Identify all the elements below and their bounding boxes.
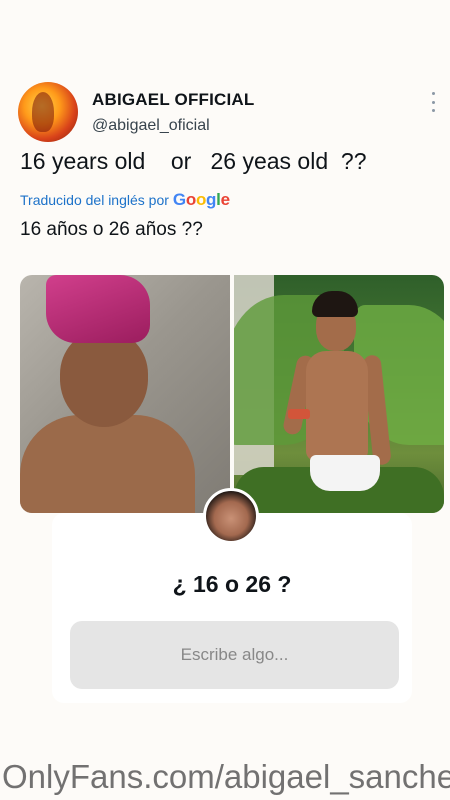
handle[interactable]: @abigael_oficial (92, 117, 210, 135)
photo-right[interactable] (234, 275, 444, 513)
translate-label: Traducido del inglés por (20, 192, 169, 208)
photo-left[interactable] (20, 275, 230, 513)
display-name[interactable]: ABIGAEL OFFICIAL (92, 90, 255, 110)
google-logo: Google (172, 190, 230, 209)
watermark: OnlyFans.com/abigael_sanchez (2, 758, 450, 795)
tweet-text: 16 years old or 26 yeas old ?? (20, 148, 367, 174)
tweet-header: ABIGAEL OFFICIAL @abigael_oficial (18, 82, 438, 142)
reply-input[interactable] (70, 621, 399, 689)
profile-avatar[interactable] (18, 82, 78, 142)
translated-text: 16 años o 26 años ?? (20, 219, 203, 240)
media-grid (20, 275, 444, 513)
translation-attribution[interactable]: Traducido del inglés por Google (20, 190, 230, 210)
question-text: ¿ 16 o 26 ? (172, 571, 292, 597)
more-vertical-icon[interactable] (430, 92, 436, 112)
card-avatar (203, 488, 259, 544)
